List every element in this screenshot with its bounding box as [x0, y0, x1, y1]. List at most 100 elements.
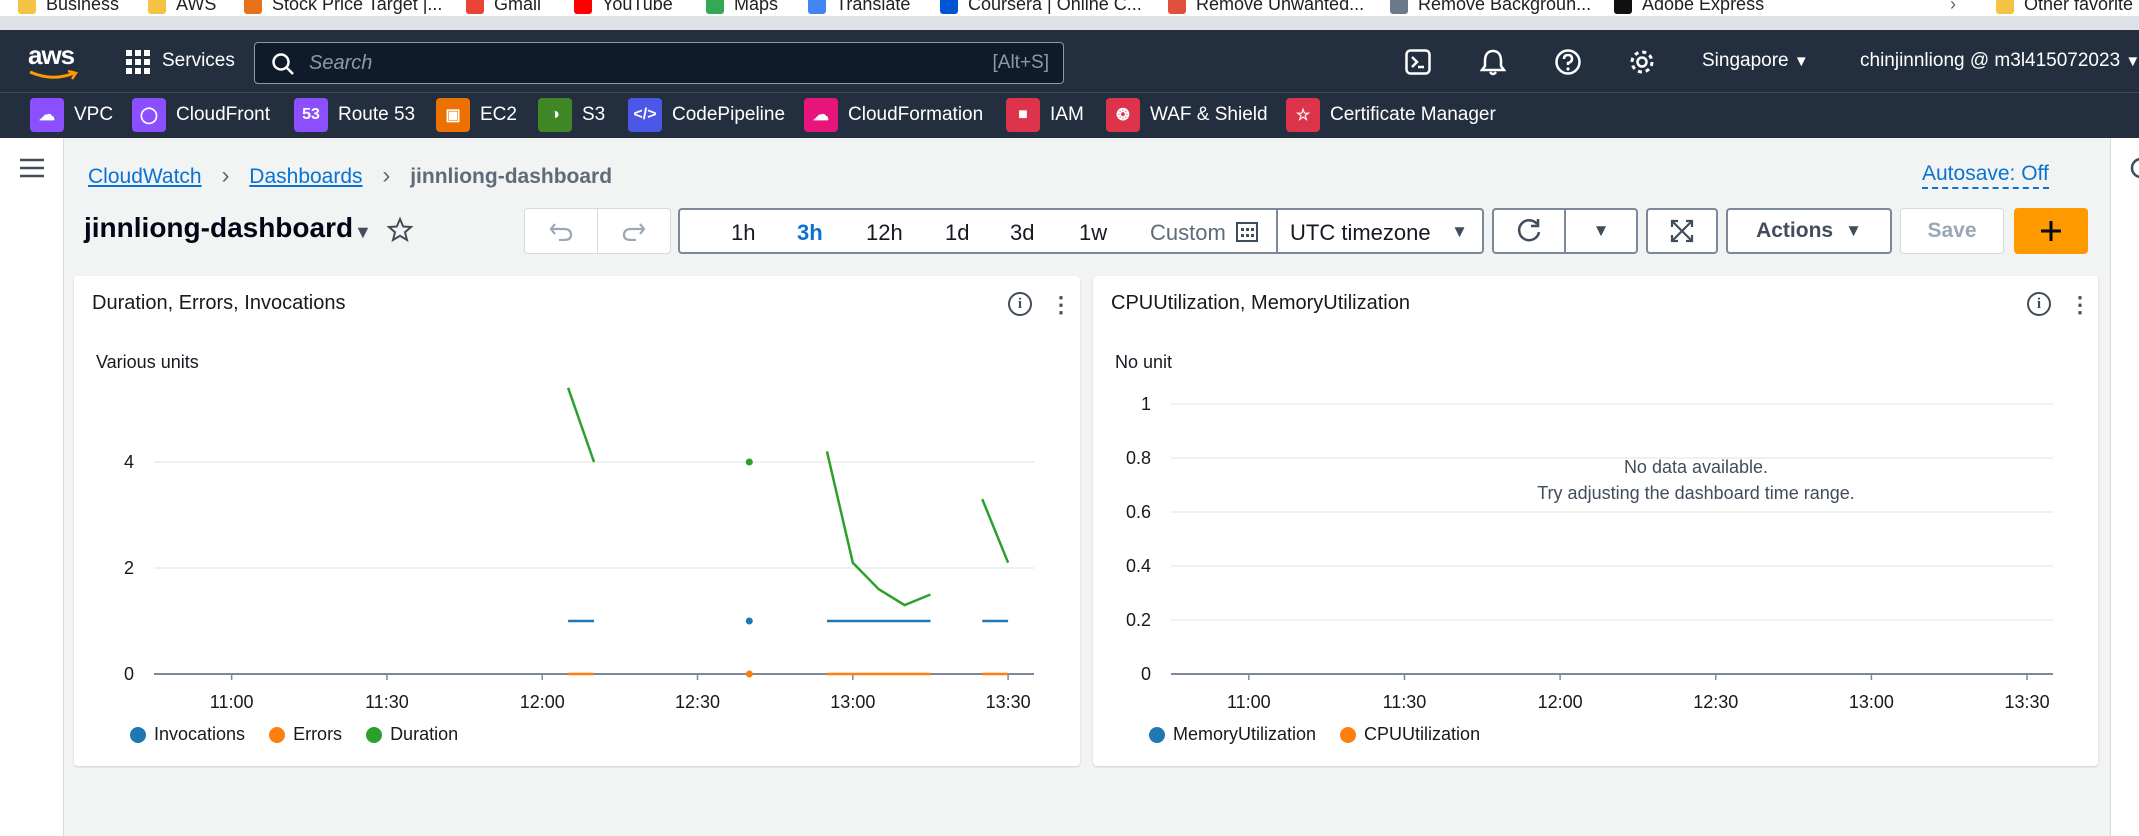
favorite-label: CloudFormation [848, 104, 984, 125]
refresh-options-button[interactable]: ▼ [1564, 208, 1638, 254]
s3-icon: ◑ [538, 98, 572, 132]
y-tick-label: 4 [124, 452, 134, 472]
bookmark-business[interactable]: Business [18, 0, 119, 15]
legend-swatch [1149, 726, 1165, 743]
caret-down-icon: ▼ [1793, 53, 1809, 70]
x-tick-label: 12:00 [520, 692, 565, 712]
bookmark-label: Translate [836, 0, 911, 14]
range-custom[interactable]: Custom [1150, 220, 1226, 246]
help-icon[interactable] [1554, 48, 1582, 76]
favorite-ec2[interactable]: ▣ EC2 [436, 96, 517, 134]
legend-label: MemoryUtilization [1173, 724, 1317, 744]
y-tick-label: 2 [124, 558, 134, 578]
bookmark-aws[interactable]: AWS [148, 0, 216, 15]
favorite-certificate-manager[interactable]: ☆ Certificate Manager [1286, 96, 1496, 134]
x-tick-label: 13:00 [830, 692, 875, 712]
coursera-icon [940, 0, 958, 14]
refresh-icon [1517, 219, 1541, 242]
fullscreen-button[interactable] [1646, 208, 1718, 254]
range-3h[interactable]: 3h [797, 220, 823, 246]
favorite-iam[interactable]: ■ IAM [1006, 96, 1084, 134]
range-1d[interactable]: 1d [945, 220, 969, 246]
actions-button[interactable]: Actions ▼ [1726, 208, 1892, 254]
legend-cpu[interactable]: CPUUtilization [1340, 724, 1480, 745]
bookmark-youtube[interactable]: YouTube [574, 0, 673, 15]
breadcrumb-cloudwatch[interactable]: CloudWatch [88, 165, 202, 188]
search-bar[interactable]: Search [Alt+S] [254, 42, 1064, 84]
maps-icon [706, 0, 724, 14]
bookmark-remove-unwanted[interactable]: Remove Unwanted... [1168, 0, 1364, 15]
certificate-icon: ☆ [1286, 98, 1320, 132]
bookmark-adobe-express[interactable]: Adobe Express [1614, 0, 1764, 15]
y-tick-label: 0.4 [1126, 556, 1151, 576]
bookmarks-bar: Business AWS Stock Price Target |... Gma… [0, 0, 2139, 16]
favorite-label: EC2 [480, 104, 517, 125]
dashboard-title: jinnliong-dashboard [84, 212, 353, 244]
ec2-icon: ▣ [436, 98, 470, 132]
range-3d[interactable]: 3d [1010, 220, 1034, 246]
save-label: Save [1927, 219, 1977, 242]
legend-memory[interactable]: MemoryUtilization [1149, 724, 1316, 745]
legend-invocations[interactable]: Invocations [130, 724, 245, 745]
title-caret-down-icon[interactable]: ▼ [354, 222, 372, 243]
folder-icon [1996, 0, 2014, 14]
menu-hamburger-icon[interactable] [20, 158, 44, 178]
browser-gap [0, 16, 2139, 30]
undo-button[interactable] [524, 208, 598, 254]
route53-icon: 53 [294, 98, 328, 132]
bookmark-coursera[interactable]: Coursera | Online C... [940, 0, 1142, 15]
notifications-bell-icon[interactable] [1480, 48, 1506, 76]
refresh-button[interactable] [1492, 208, 1566, 254]
favorite-waf-shield[interactable]: ❂ WAF & Shield [1106, 96, 1268, 134]
breadcrumb-dashboards[interactable]: Dashboards [249, 165, 362, 188]
x-tick-label: 12:30 [675, 692, 720, 712]
dashboard-title-text: jinnliong-dashboard [84, 212, 354, 243]
favorite-star-icon[interactable] [386, 216, 414, 244]
actions-label: Actions [1756, 219, 1834, 242]
bookmark-label: Gmail [494, 0, 542, 14]
search-shortcut: [Alt+S] [992, 52, 1050, 73]
favorite-codepipeline[interactable]: </> CodePipeline [628, 96, 785, 134]
save-button[interactable]: Save [1900, 208, 2004, 254]
range-1h[interactable]: 1h [731, 220, 755, 246]
bookmark-remove-background[interactable]: Remove Backgroun... [1390, 0, 1591, 15]
bookmarks-overflow-icon[interactable]: › [1950, 0, 1956, 15]
range-12h[interactable]: 12h [866, 220, 903, 246]
no-data-message: No data available. Try adjusting the das… [1396, 454, 1996, 506]
widget-ecs-metrics: CPUUtilization, MemoryUtilization i ⋮ No… [1093, 276, 2098, 766]
breadcrumb: CloudWatch › Dashboards › jinnliong-dash… [88, 162, 612, 190]
x-tick-label: 11:00 [210, 692, 254, 712]
bookmark-translate[interactable]: Translate [808, 0, 910, 15]
legend-swatch [269, 726, 286, 743]
legend-duration[interactable]: Duration [366, 724, 458, 745]
range-1w[interactable]: 1w [1079, 220, 1107, 246]
calendar-icon[interactable] [1236, 220, 1258, 242]
legend-errors[interactable]: Errors [269, 724, 342, 745]
region-selector[interactable]: Singapore ▼ [1702, 50, 1809, 72]
bookmark-stock[interactable]: Stock Price Target |... [244, 0, 442, 15]
account-menu[interactable]: chinjinnliong @ m3l415072023 ▼ [1860, 50, 2139, 72]
no-data-line2: Try adjusting the dashboard time range. [1537, 483, 1855, 503]
favorite-cloudformation[interactable]: ☁ CloudFormation [804, 96, 983, 134]
bookmark-gmail[interactable]: Gmail [466, 0, 541, 15]
favorite-s3[interactable]: ◑ S3 [538, 96, 605, 134]
favorite-route53[interactable]: 53 Route 53 [294, 96, 415, 134]
bookmark-other-favorites[interactable]: Other favorite [1996, 0, 2133, 15]
cloudshell-icon[interactable] [1405, 49, 1431, 75]
favorite-label: Certificate Manager [1330, 104, 1496, 125]
favorite-vpc[interactable]: ☁ VPC [30, 96, 113, 134]
no-data-line1: No data available. [1623, 457, 1769, 477]
help-panel-icon[interactable] [2129, 156, 2139, 180]
settings-gear-icon[interactable] [1628, 48, 1656, 76]
favorite-cloudfront[interactable]: ◯ CloudFront [132, 96, 270, 134]
bookmark-maps[interactable]: Maps [706, 0, 778, 15]
add-widget-button[interactable] [2014, 208, 2088, 254]
region-label: Singapore [1702, 50, 1789, 71]
services-label: Services [162, 50, 235, 71]
autosave-toggle[interactable]: Autosave: Off [1922, 162, 2049, 189]
aws-logo[interactable]: aws [28, 40, 75, 71]
y-tick-label: 0.6 [1126, 502, 1151, 522]
redo-button[interactable] [597, 208, 671, 254]
chart-legend: MemoryUtilization CPUUtilization [1149, 724, 1480, 745]
timezone-select[interactable]: UTC timezone ▼ [1276, 208, 1484, 254]
